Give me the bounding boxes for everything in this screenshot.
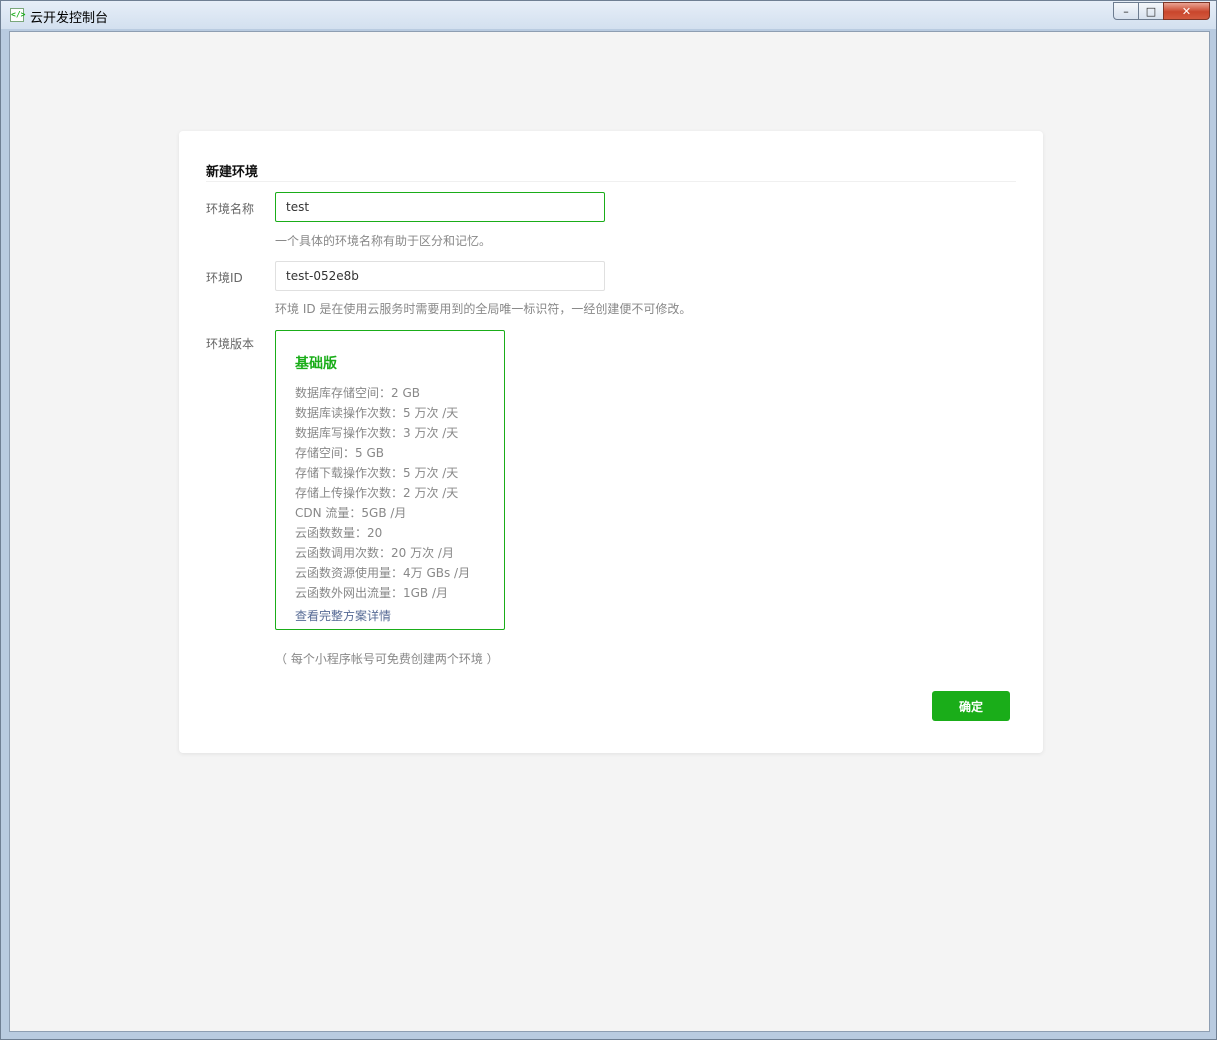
maximize-icon: □ [1145, 4, 1157, 18]
plan-feature: 云函数资源使用量：4万 GBs /月 [295, 566, 471, 580]
free-env-note: （ 每个小程序帐号可免费创建两个环境 ） [275, 652, 499, 666]
env-name-input[interactable] [275, 192, 605, 222]
plan-feature: 数据库写操作次数：3 万次 /天 [295, 426, 459, 440]
env-name-hint: 一个具体的环境名称有助于区分和记忆。 [275, 234, 492, 248]
plan-feature: 云函数调用次数：20 万次 /月 [295, 546, 454, 560]
plan-feature: 云函数数量：20 [295, 526, 383, 540]
close-button[interactable]: ✕ [1163, 2, 1210, 20]
plan-feature: 云函数外网出流量：1GB /月 [295, 586, 449, 600]
plan-feature: 数据库存储空间：2 GB [295, 386, 420, 400]
content-area: 新建环境 环境名称 一个具体的环境名称有助于区分和记忆。 环境ID 环境 ID … [9, 31, 1210, 1032]
env-version-label: 环境版本 [206, 337, 255, 351]
new-environment-card: 新建环境 环境名称 一个具体的环境名称有助于区分和记忆。 环境ID 环境 ID … [179, 131, 1043, 753]
title-bar[interactable]: </> 云开发控制台 – □ ✕ [1, 1, 1216, 29]
plan-details-link[interactable]: 查看完整方案详情 [295, 607, 391, 624]
window-title: 云开发控制台 [30, 11, 109, 26]
plan-feature: 存储上传操作次数：2 万次 /天 [295, 486, 459, 500]
env-id-label: 环境ID [206, 271, 243, 285]
minimize-button[interactable]: – [1113, 2, 1139, 20]
plan-feature: 存储空间：5 GB [295, 446, 384, 460]
form-title: 新建环境 [206, 165, 259, 180]
minimize-icon: – [1123, 4, 1129, 18]
confirm-button[interactable]: 确定 [932, 691, 1010, 721]
plan-feature-list: 数据库存储空间：2 GB 数据库读操作次数：5 万次 /天 数据库写操作次数：3… [295, 383, 470, 603]
code-brackets-icon: </> [10, 8, 25, 22]
env-id-hint: 环境 ID 是在使用云服务时需要用到的全局唯一标识符，一经创建便不可修改。 [275, 302, 692, 316]
title-divider [206, 181, 1016, 182]
plan-card-basic[interactable]: 基础版 数据库存储空间：2 GB 数据库读操作次数：5 万次 /天 数据库写操作… [275, 330, 505, 630]
plan-name: 基础版 [295, 356, 337, 372]
close-icon: ✕ [1181, 4, 1192, 18]
plan-feature: 数据库读操作次数：5 万次 /天 [295, 406, 459, 420]
plan-feature: CDN 流量：5GB /月 [295, 506, 407, 520]
plan-feature: 存储下载操作次数：5 万次 /天 [295, 466, 459, 480]
env-id-input[interactable] [275, 261, 605, 291]
app-window: </> 云开发控制台 – □ ✕ 新建环境 环境名称 一个具体的环境名称有助于区… [0, 0, 1217, 1040]
maximize-button[interactable]: □ [1138, 2, 1164, 20]
window-controls: – □ ✕ [1113, 2, 1210, 20]
env-name-label: 环境名称 [206, 202, 255, 216]
